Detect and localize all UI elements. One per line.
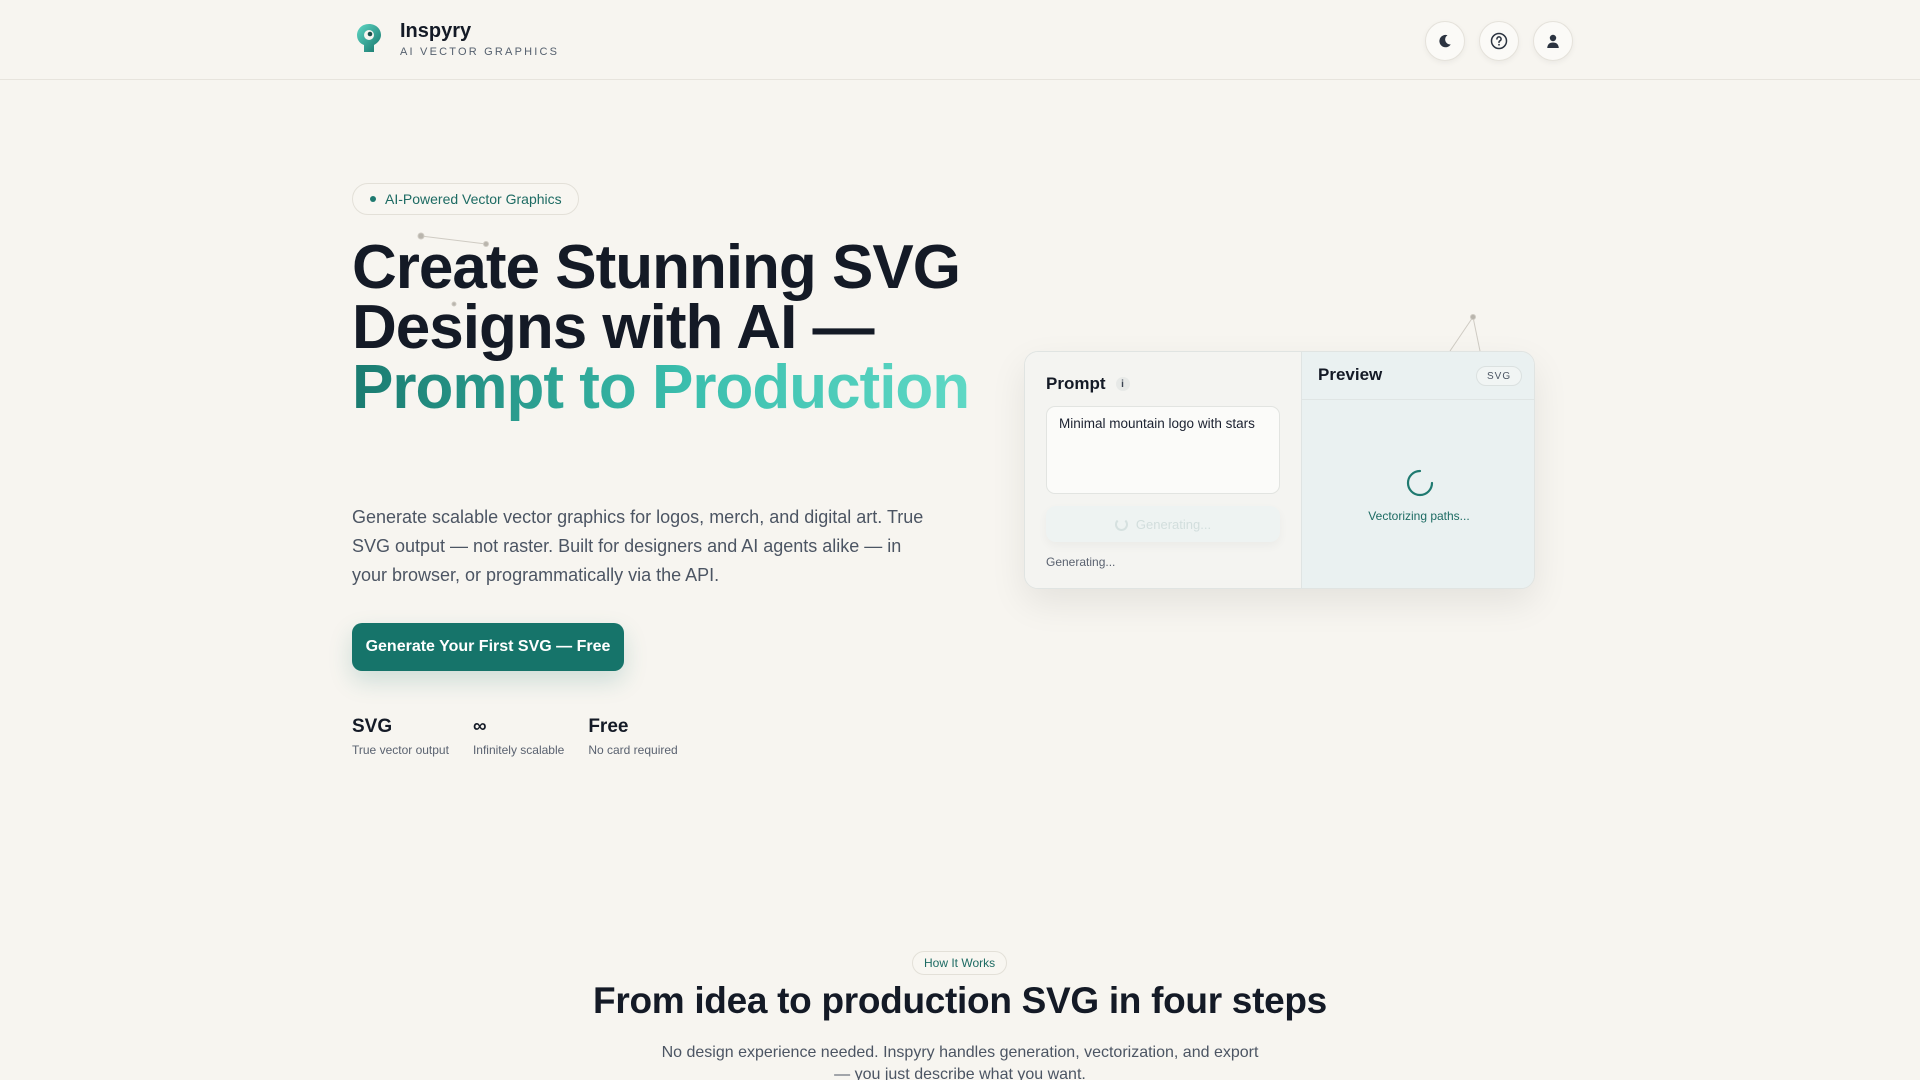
hero-badge: AI-Powered Vector Graphics	[352, 183, 579, 215]
stat-value: Free	[588, 716, 629, 737]
demo-generator-card: Prompt i Minimal mountain logo with star…	[1024, 351, 1535, 589]
brand-name: Inspyry	[400, 20, 472, 42]
how-it-works-title: From idea to production SVG in four step…	[593, 980, 1327, 1021]
generation-status: Generating...	[1046, 555, 1116, 569]
theme-toggle-button[interactable]	[1425, 21, 1465, 61]
hero-title-plain: Create Stunning SVG Designs with AI —	[352, 233, 961, 362]
help-circle-icon	[1490, 32, 1508, 50]
format-badge: SVG	[1476, 366, 1523, 386]
preview-header: Preview SVG	[1302, 352, 1534, 400]
prompt-panel: Prompt i Minimal mountain logo with star…	[1025, 352, 1301, 588]
moon-icon	[1439, 34, 1451, 48]
top-navigation-bar: Inspyry AI VECTOR GRAPHICS	[0, 0, 1920, 80]
how-it-works-badge: How It Works	[912, 951, 1008, 975]
badge-dot-icon	[370, 196, 376, 202]
brand-tagline: AI VECTOR GRAPHICS	[400, 46, 560, 58]
info-icon[interactable]: i	[1115, 377, 1130, 391]
brand[interactable]: Inspyry AI VECTOR GRAPHICS	[352, 18, 559, 58]
preview-panel: Preview SVG Vectorizing paths...	[1301, 352, 1534, 588]
user-icon	[1547, 34, 1559, 48]
generate-first-svg-button[interactable]: Generate Your First SVG — Free	[352, 623, 624, 671]
hero-title: Create Stunning SVG Designs with AI — Pr…	[352, 237, 972, 419]
hero-badge-label: AI-Powered Vector Graphics	[385, 191, 562, 207]
hero-subtitle: Generate scalable vector graphics for lo…	[352, 507, 924, 585]
prompt-input[interactable]: Minimal mountain logo with stars	[1046, 406, 1280, 494]
hero-stats: SVG True vector output ∞ Infinitely scal…	[352, 715, 702, 757]
stat-value: SVG	[352, 716, 393, 737]
preview-label: Preview	[1318, 365, 1383, 384]
generate-button[interactable]: Generating...	[1046, 506, 1280, 542]
preview-status: Vectorizing paths...	[1368, 509, 1470, 523]
stat-label: True vector output	[352, 743, 449, 757]
prompt-heading: Prompt i	[1046, 374, 1130, 394]
stat-svg: SVG True vector output	[352, 715, 449, 757]
stat-scalable: ∞ Infinitely scalable	[473, 715, 564, 757]
inspyry-logo-icon	[357, 24, 381, 52]
stat-free: Free No card required	[588, 715, 677, 757]
account-button[interactable]	[1533, 21, 1573, 61]
prompt-label: Prompt	[1046, 374, 1106, 393]
hero-title-accent: Prompt to Production	[352, 353, 970, 422]
loading-spinner-icon	[1406, 469, 1434, 497]
stat-label: Infinitely scalable	[472, 743, 565, 757]
generate-button-label: Generating...	[1135, 516, 1212, 532]
how-it-works-subtitle: No design experience needed. Inspyry han…	[661, 1044, 1259, 1080]
help-button[interactable]	[1479, 21, 1519, 61]
constellation-decoration	[417, 232, 1481, 352]
stat-value: ∞	[472, 716, 487, 737]
loading-spinner-icon	[1114, 517, 1128, 531]
stat-label: No card required	[588, 743, 678, 757]
